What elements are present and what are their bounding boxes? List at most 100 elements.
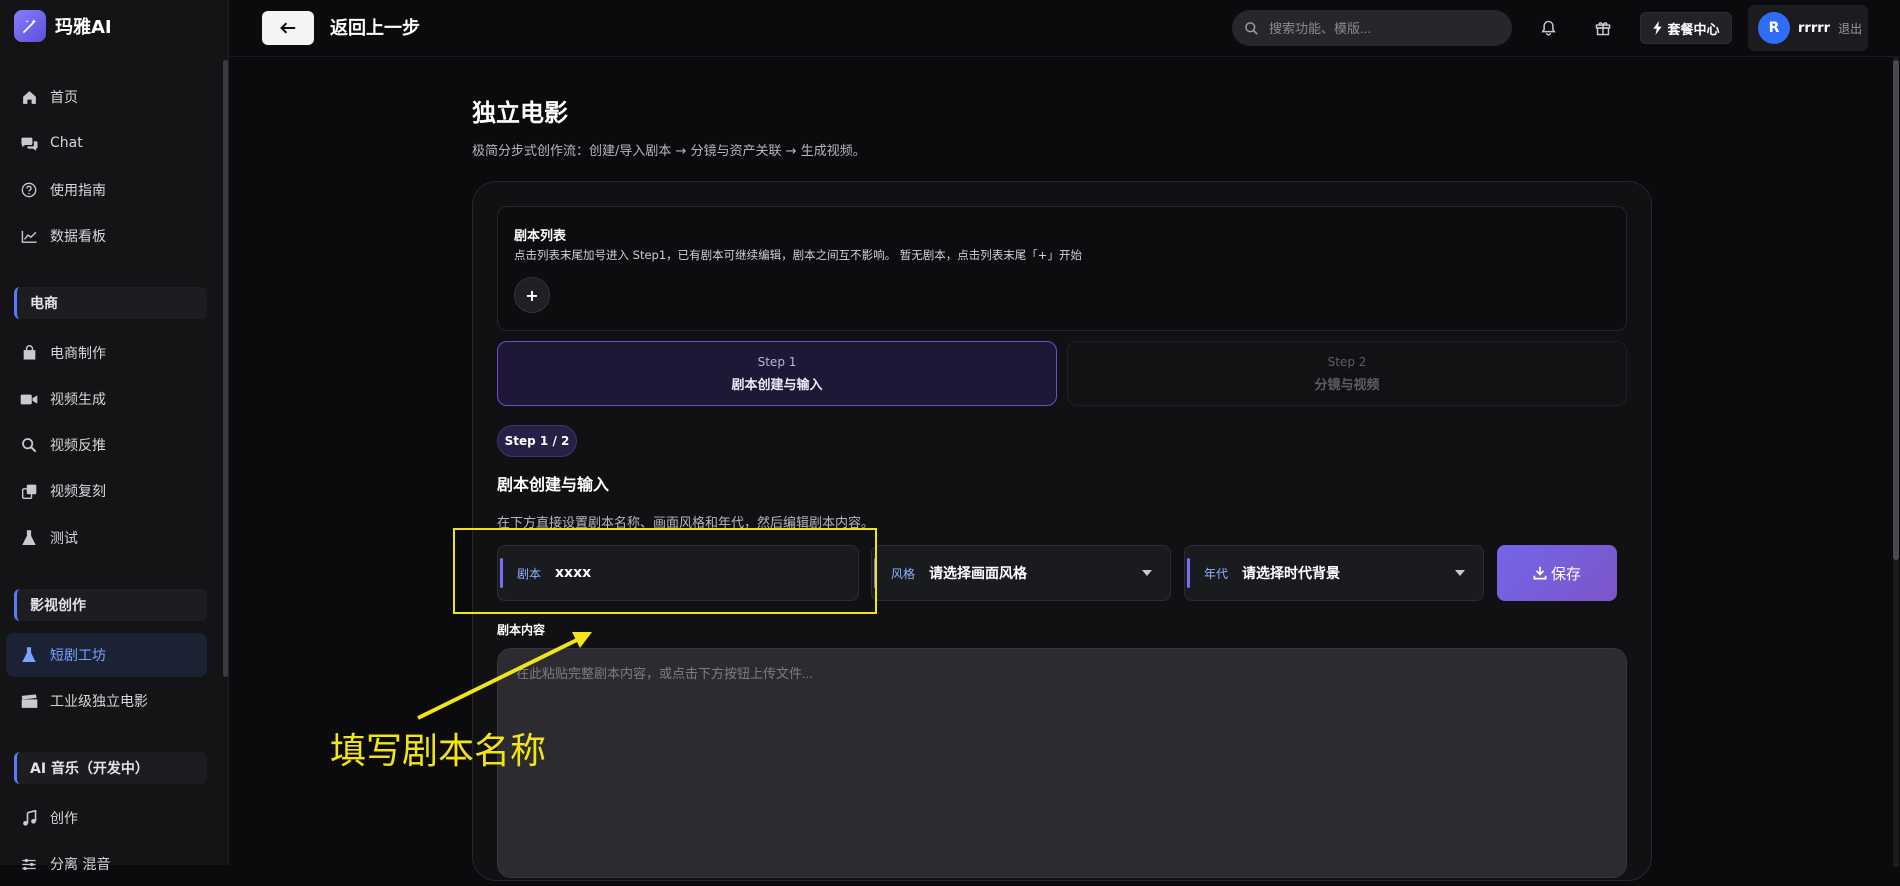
clapperboard-icon — [19, 691, 39, 711]
bell-icon[interactable] — [1537, 17, 1559, 39]
magic-wand-icon — [14, 10, 46, 42]
sidebar-item-label: 视频复刻 — [50, 484, 106, 500]
script-name-field[interactable]: 剧本 xxxx — [497, 545, 859, 601]
tab-step-1[interactable]: Step 1 剧本创建与输入 — [497, 341, 1057, 406]
step-progress-badge: Step 1 / 2 — [497, 425, 577, 457]
sliders-icon — [19, 854, 39, 874]
sidebar-item-label: 视频反推 — [50, 438, 106, 454]
back-title: 返回上一步 — [330, 18, 420, 39]
step-number: Step 1 — [757, 354, 797, 369]
save-button[interactable]: 保存 — [1497, 545, 1617, 601]
script-content-area — [497, 648, 1627, 878]
download-icon — [1533, 566, 1547, 580]
script-list-title: 剧本列表 — [514, 229, 567, 244]
sidebar-item-label: 工业级独立电影 — [50, 694, 148, 710]
sidebar-item-label: 创作 — [50, 811, 78, 827]
search-input[interactable] — [1267, 19, 1487, 37]
sidebar-item-video-gen[interactable]: 视频生成 — [6, 377, 207, 421]
back-button[interactable] — [262, 11, 314, 45]
sidebar-item-label: 视频生成 — [50, 392, 106, 408]
style-label: 风格 — [891, 566, 916, 581]
script-list-description: 点击列表末尾加号进入 Step1，已有剧本可继续编辑，剧本之间互不影响。 暂无剧… — [514, 248, 1082, 262]
flask-icon — [19, 528, 39, 548]
sidebar-item-ecommerce-make[interactable]: 电商制作 — [6, 331, 207, 375]
brand-name: 玛雅AI — [55, 17, 112, 38]
sidebar-scrollbar[interactable] — [223, 60, 228, 677]
section-ecommerce: 电商 — [14, 287, 207, 319]
section-title: 剧本创建与输入 — [497, 475, 610, 494]
script-content-label: 剧本内容 — [497, 623, 546, 637]
script-content-textarea[interactable] — [514, 661, 1610, 865]
sidebar-item-label: 使用指南 — [50, 183, 106, 199]
plan-center-label: 套餐中心 — [1667, 22, 1720, 38]
style-select-value[interactable]: 请选择画面风格 — [929, 563, 1142, 583]
brand[interactable]: 玛雅AI — [14, 10, 112, 42]
music-note-icon — [19, 808, 39, 828]
sidebar-item-label: Chat — [50, 135, 83, 151]
sidebar-item-chat[interactable]: Chat — [6, 121, 207, 165]
script-name-label: 剧本 — [517, 566, 542, 581]
tab-step-2[interactable]: Step 2 分镜与视频 — [1067, 341, 1627, 406]
help-circle-icon — [19, 180, 39, 200]
plan-center-button[interactable]: 套餐中心 — [1640, 12, 1732, 44]
flask-icon — [19, 645, 39, 665]
sidebar-item-label: 首页 — [50, 90, 78, 106]
era-select-value[interactable]: 请选择时代背景 — [1242, 563, 1455, 583]
logout-link[interactable]: 退出 — [1838, 20, 1862, 37]
section-film-creation: 影视创作 — [14, 589, 207, 621]
caret-down-icon — [1142, 570, 1152, 576]
caret-down-icon — [1455, 570, 1465, 576]
page-scrollbar-thumb[interactable] — [1893, 60, 1899, 560]
script-list-panel: 剧本列表 点击列表末尾加号进入 Step1，已有剧本可继续编辑，剧本之间互不影响… — [497, 206, 1627, 331]
home-icon — [19, 87, 39, 107]
script-name-input[interactable]: xxxx — [555, 565, 858, 581]
sidebar-item-guide[interactable]: 使用指南 — [6, 168, 207, 212]
sidebar-item-label: 数据看板 — [50, 229, 106, 245]
field-accent-bar — [500, 558, 503, 588]
era-label: 年代 — [1204, 566, 1229, 581]
sidebar-item-label: 测试 — [50, 531, 78, 547]
copy-icon — [19, 481, 39, 501]
sidebar: 玛雅AI 首页 Chat 使用指南 数据看板 电商 电商制作 视频生成 视频反推… — [0, 0, 229, 873]
sidebar-item-video-copy[interactable]: 视频复刻 — [6, 469, 207, 513]
sidebar-item-short-drama[interactable]: 短剧工坊 — [6, 633, 207, 677]
era-select[interactable]: 年代 请选择时代背景 — [1184, 545, 1484, 601]
page-subtitle: 极简分步式创作流：创建/导入剧本 → 分镜与资产关联 → 生成视频。 — [472, 144, 866, 159]
gift-icon[interactable] — [1592, 17, 1614, 39]
sidebar-item-label: 短剧工坊 — [50, 648, 106, 664]
step-number: Step 2 — [1327, 354, 1367, 369]
search-magnify-icon — [19, 435, 39, 455]
chart-line-icon — [19, 226, 39, 246]
step-title: 剧本创建与输入 — [731, 377, 823, 393]
sidebar-item-dashboard[interactable]: 数据看板 — [6, 214, 207, 258]
sidebar-item-label: 电商制作 — [50, 346, 106, 362]
field-accent-bar — [874, 558, 877, 588]
sidebar-item-video-reverse[interactable]: 视频反推 — [6, 423, 207, 467]
arrow-left-icon — [280, 21, 296, 35]
section-description: 在下方直接设置剧本名称、画面风格和年代，然后编辑剧本内容。 — [497, 516, 875, 531]
user-menu[interactable]: R rrrrr 退出 — [1748, 5, 1868, 51]
search-box[interactable] — [1232, 10, 1512, 46]
section-ai-music: AI 音乐（开发中） — [14, 752, 207, 784]
video-camera-icon — [19, 389, 39, 409]
add-script-button[interactable]: + — [514, 277, 550, 313]
sidebar-item-home[interactable]: 首页 — [6, 75, 207, 119]
field-accent-bar — [1187, 558, 1190, 588]
page-title: 独立电影 — [472, 99, 568, 127]
annotation-text: 填写剧本名称 — [330, 731, 547, 772]
style-select[interactable]: 风格 请选择画面风格 — [871, 545, 1171, 601]
sidebar-item-indie-film[interactable]: 工业级独立电影 — [6, 679, 207, 723]
page-scrollbar[interactable] — [1893, 57, 1899, 867]
sidebar-item-label: 分离 混音 — [50, 857, 111, 873]
chat-icon — [19, 133, 39, 153]
lightning-icon — [1652, 21, 1663, 35]
sidebar-item-music-create[interactable]: 创作 — [6, 796, 207, 840]
sidebar-item-test[interactable]: 测试 — [6, 516, 207, 560]
step-title: 分镜与视频 — [1314, 377, 1380, 393]
search-icon — [1244, 21, 1259, 36]
username: rrrrr — [1798, 20, 1831, 36]
avatar: R — [1758, 12, 1790, 44]
sidebar-item-separate-mix[interactable]: 分离 混音 — [6, 842, 207, 886]
save-label: 保存 — [1550, 564, 1581, 583]
shopping-bag-icon — [19, 343, 39, 363]
